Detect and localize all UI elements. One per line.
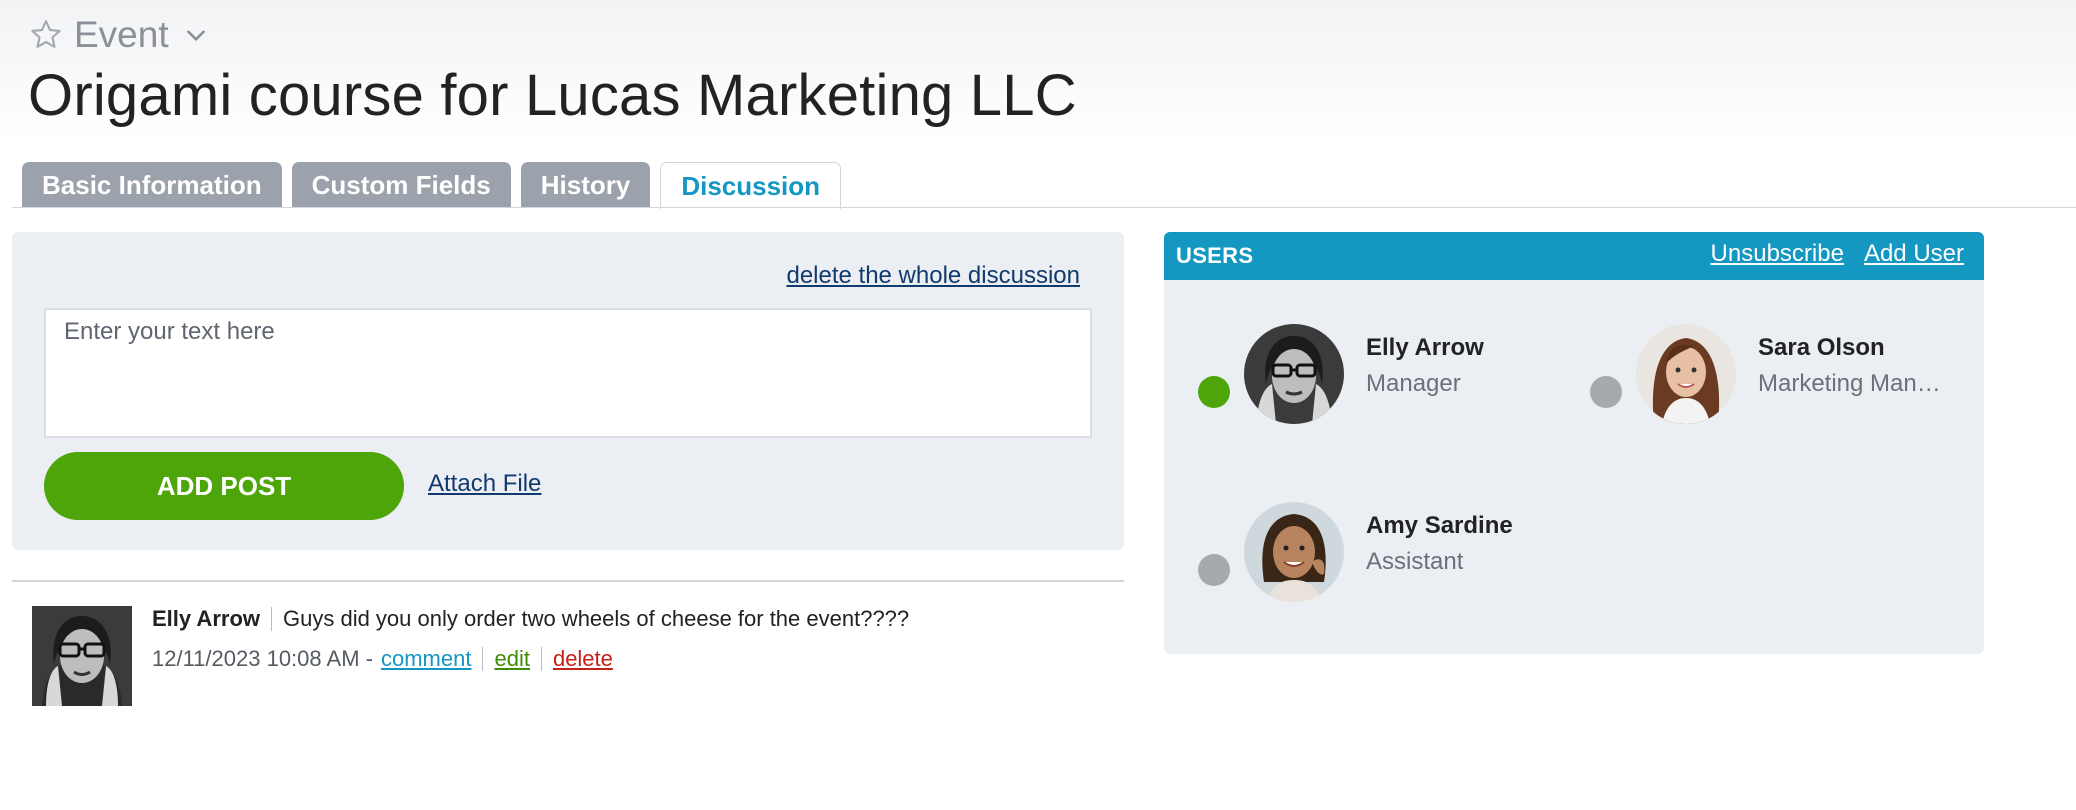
user-role: Marketing Manager [1758,370,1948,397]
tab-history[interactable]: History [520,162,651,208]
offline-status-icon [1590,376,1622,408]
post-text-input[interactable] [44,308,1092,438]
page-header: Event [28,14,209,56]
user-name[interactable]: Elly Arrow [1366,334,1484,362]
divider [271,607,272,631]
post-text: Guys did you only order two wheels of ch… [283,606,910,631]
post-list-divider [12,580,1124,582]
avatar[interactable] [32,606,132,706]
users-panel: USERS Unsubscribe Add User Elly Arrow Ma… [1164,232,1984,654]
add-post-button[interactable]: ADD POST [44,452,404,520]
offline-status-icon [1198,554,1230,586]
add-user-link[interactable]: Add User [1864,240,1964,268]
post-composer: delete the whole discussion ADD POST Att… [12,232,1124,550]
entity-type-selector[interactable]: Event [28,14,209,56]
delete-link[interactable]: delete [553,646,613,672]
users-actions: Unsubscribe Add User [1711,240,1964,268]
post-author[interactable]: Elly Arrow [152,606,260,632]
unsubscribe-link[interactable]: Unsubscribe [1711,240,1844,268]
post-timestamp: 12/11/2023 10:08 AM - [152,646,373,671]
user-name[interactable]: Sara Olson [1758,334,1885,362]
tab-discussion[interactable]: Discussion [660,162,842,209]
user-card[interactable]: Elly Arrow Manager [1198,312,1588,424]
avatar[interactable] [1244,324,1344,424]
tab-divider [12,207,2076,208]
entity-type-label[interactable]: Event [74,14,169,56]
divider [540,647,542,671]
delete-discussion-link[interactable]: delete the whole discussion [786,262,1080,290]
attach-file-link[interactable]: Attach File [428,470,541,498]
online-status-icon [1198,376,1230,408]
tab-bar: Basic Information Custom Fields History … [22,162,842,209]
user-name[interactable]: Amy Sardine [1366,512,1513,540]
avatar[interactable] [1636,324,1736,424]
edit-link[interactable]: edit [494,646,529,672]
user-role: Assistant [1366,548,1464,575]
tab-basic-information[interactable]: Basic Information [22,162,282,208]
users-title: USERS [1176,243,1254,268]
comment-link[interactable]: comment [381,646,471,672]
avatar[interactable] [1244,502,1344,602]
user-role: Manager [1366,370,1461,397]
post-header: Elly Arrow Guys did you only order two w… [152,606,909,632]
user-card[interactable]: Sara Olson Marketing Manager [1590,312,1980,424]
page-title: Origami course for Lucas Marketing LLC [28,63,1077,128]
post-footer: 12/11/2023 10:08 AM - comment edit delet… [152,646,613,672]
divider [482,647,484,671]
post-item: Elly Arrow Guys did you only order two w… [32,606,1112,706]
tab-custom-fields[interactable]: Custom Fields [291,162,511,208]
chevron-down-icon[interactable] [183,22,209,48]
users-header: USERS Unsubscribe Add User [1164,232,1984,280]
star-outline-icon[interactable] [28,17,64,53]
user-card[interactable]: Amy Sardine Assistant [1198,490,1588,602]
